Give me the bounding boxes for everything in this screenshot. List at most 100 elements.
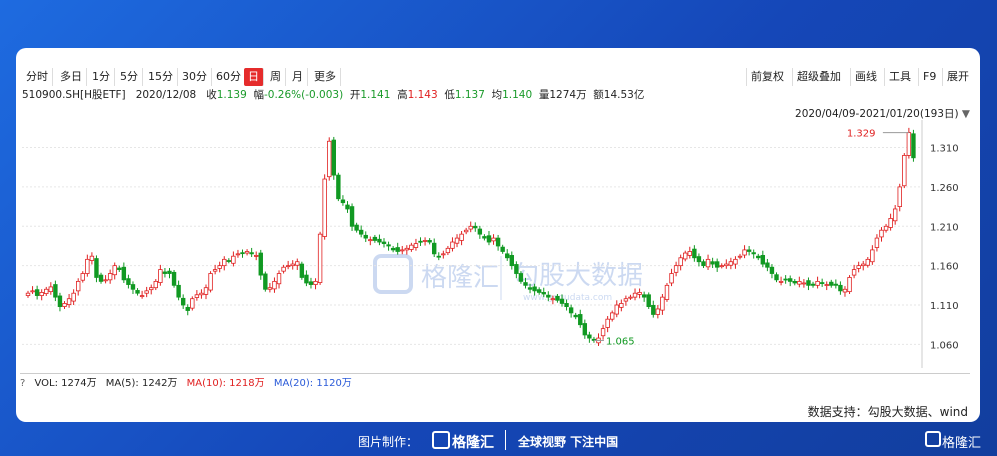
candle-body (39, 292, 44, 296)
candle-body (85, 258, 90, 274)
candle-body (778, 280, 784, 283)
candle-body (263, 273, 268, 290)
brand-logo-icon (432, 431, 450, 449)
toolbar-right-1[interactable]: 超级叠加 (792, 68, 845, 86)
candle-body (792, 280, 797, 284)
candle-body (719, 265, 724, 268)
candle-body (107, 273, 113, 281)
candle-body (892, 208, 898, 222)
candle-body (76, 280, 81, 292)
candle-body (902, 155, 907, 187)
candle-body (673, 265, 679, 273)
date-range[interactable]: 2020/04/09-2021/01/20(193日) ▼ (795, 106, 970, 121)
tab-5[interactable]: 30分 (178, 68, 212, 86)
candle-body (445, 247, 451, 254)
corner-logo-icon (925, 431, 941, 447)
help-icon[interactable]: ? (20, 378, 25, 389)
candle-body (450, 241, 455, 249)
candle-body (167, 270, 172, 274)
candle-body (66, 298, 72, 306)
change-value: -0.26%(-0.003) (263, 89, 344, 101)
toolbar-right-4[interactable]: F9 (918, 68, 940, 86)
candle-body (806, 280, 811, 286)
candle-body (760, 255, 766, 265)
tab-6[interactable]: 60分 (212, 68, 246, 86)
chart-panel: 分时 多日 1分 5分 15分 30分 60分日周月更多 前复权 超级叠加 画线 工具 F9 展开 51… (16, 48, 980, 422)
candle-body (847, 277, 852, 293)
y-tick-label: 1.160 (930, 262, 959, 273)
open-value: 1.141 (360, 89, 391, 101)
candle-body (390, 247, 396, 251)
candle-body (555, 295, 560, 301)
chevron-down-icon[interactable]: ▼ (962, 108, 970, 120)
candle-body (678, 257, 683, 267)
candle-body (327, 140, 332, 178)
tab-3[interactable]: 5分 (116, 68, 143, 86)
tab-8[interactable]: 周 (266, 68, 286, 86)
footer-slogan: 全球视野 下注中国 (518, 435, 619, 449)
candle-body (254, 255, 259, 257)
ma20-value: MA(20): 1120万 (273, 378, 352, 389)
candle-body (578, 314, 583, 326)
low-value: 1.137 (454, 89, 485, 101)
tab-7[interactable]: 日 (244, 68, 264, 86)
candle-body (756, 255, 761, 259)
candle-body (44, 288, 49, 294)
candle-body (906, 132, 912, 156)
candle-body (568, 307, 574, 314)
candle-body (564, 303, 569, 307)
tab-4[interactable]: 15分 (144, 68, 178, 86)
candle-body (728, 261, 734, 266)
candle-body (637, 292, 642, 295)
candle-body (651, 305, 656, 315)
candle-body (217, 265, 222, 269)
footer-brand: 格隆汇 (452, 435, 494, 451)
candle-body (290, 263, 295, 267)
candle-body (349, 206, 355, 227)
amount-label: 额 (593, 89, 604, 101)
candle-body (135, 290, 140, 294)
candle-body (783, 278, 788, 281)
candle-body (710, 261, 715, 265)
tab-9[interactable]: 月 (288, 68, 308, 86)
candle-body (194, 294, 200, 298)
candle-body (582, 323, 588, 336)
candle-body (299, 263, 305, 278)
candle-body (701, 261, 706, 267)
candle-body (810, 283, 816, 286)
candle-body (824, 284, 829, 286)
candle-body (235, 253, 241, 256)
candle-body (473, 225, 478, 229)
y-tick-label: 1.260 (930, 183, 959, 194)
toolbar-right-0[interactable]: 前复权 (746, 68, 788, 86)
candle-body (870, 249, 875, 263)
candle-body (879, 229, 884, 238)
candle-body (180, 297, 186, 306)
tab-10[interactable]: 更多 (310, 68, 341, 86)
candle-body (482, 236, 487, 239)
candle-body (500, 246, 505, 252)
candle-body (655, 308, 661, 315)
toolbar-right-3[interactable]: 工具 (884, 68, 915, 86)
toolbar-right-5[interactable]: 展开 (942, 68, 973, 86)
tab-1[interactable]: 多日 (56, 68, 87, 86)
candle-body (523, 282, 528, 286)
high-value: 1.143 (407, 89, 438, 101)
candle-body (527, 287, 533, 290)
candle-body (819, 282, 825, 284)
candle-body (550, 298, 556, 301)
change-label: 幅 (253, 89, 264, 101)
candle-body (632, 292, 638, 298)
avg-label: 均 (491, 89, 503, 101)
candle-body (829, 281, 834, 286)
footer: 图片制作： 格隆汇 全球视野 下注中国 格隆汇 (0, 428, 997, 454)
candle-body (459, 233, 464, 241)
candle-body (664, 284, 670, 300)
toolbar-right-2[interactable]: 画线 (850, 68, 881, 86)
tab-2[interactable]: 1分 (88, 68, 115, 86)
candle-body (57, 295, 63, 307)
candle-body (432, 242, 437, 255)
candle-body (427, 240, 432, 243)
tab-0[interactable]: 分时 (22, 68, 53, 86)
candle-body (486, 235, 492, 243)
